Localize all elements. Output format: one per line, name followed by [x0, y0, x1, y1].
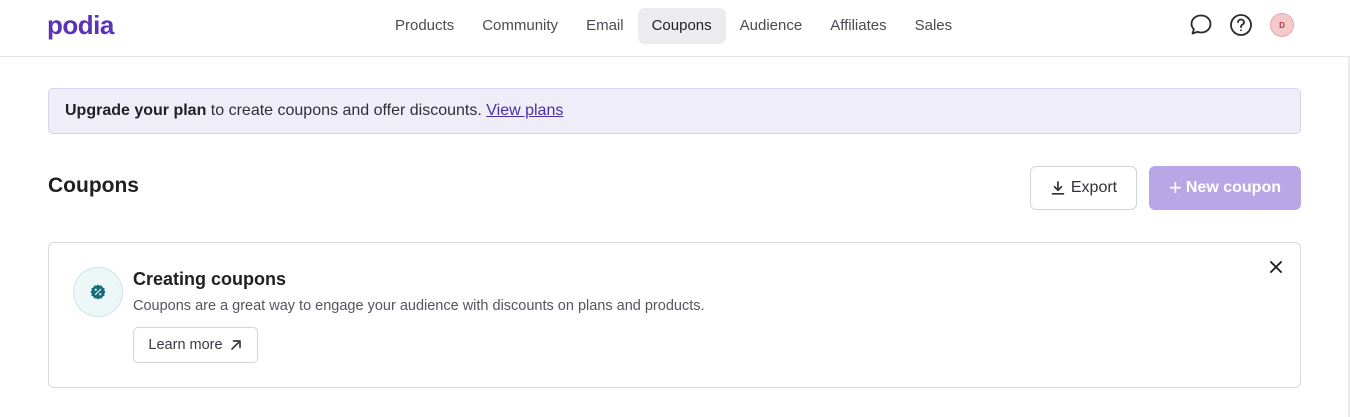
learn-more-button[interactable]: Learn more	[133, 327, 258, 363]
close-icon[interactable]	[1266, 257, 1286, 277]
arrow-up-right-icon	[230, 340, 241, 350]
top-navigation-bar: podia Products Community Email Coupons A…	[0, 0, 1350, 57]
upgrade-banner: Upgrade your plan to create coupons and …	[48, 88, 1301, 134]
header-actions: D	[1174, 12, 1294, 38]
new-coupon-label: New coupon	[1185, 179, 1281, 196]
nav-item-affiliates[interactable]: Affiliates	[816, 8, 900, 44]
nav-item-audience[interactable]: Audience	[726, 8, 817, 44]
coupon-badge-icon	[73, 267, 123, 317]
learn-more-label: Learn more	[148, 337, 223, 353]
banner-text: to create coupons and offer discounts.	[206, 102, 487, 119]
nav-item-email[interactable]: Email	[572, 8, 638, 44]
main-nav: Products Community Email Coupons Audienc…	[381, 8, 966, 44]
user-avatar[interactable]: D	[1270, 13, 1294, 37]
chat-bubble-icon[interactable]	[1188, 12, 1214, 38]
export-label: Export	[1070, 179, 1118, 196]
download-icon	[1051, 181, 1065, 195]
creating-coupons-card: Creating coupons Coupons are a great way…	[48, 242, 1301, 388]
export-button[interactable]: Export	[1030, 166, 1137, 210]
help-circle-icon[interactable]	[1228, 12, 1254, 38]
nav-item-sales[interactable]: Sales	[901, 8, 967, 44]
card-title: Creating coupons	[133, 269, 287, 289]
page-title: Coupons	[48, 174, 139, 197]
card-description: Coupons are a great way to engage your a…	[133, 298, 705, 314]
podia-logo[interactable]: podia	[47, 10, 114, 40]
banner-strong-text: Upgrade your plan	[65, 102, 207, 119]
view-plans-link[interactable]: View plans	[486, 102, 563, 120]
nav-item-community[interactable]: Community	[468, 8, 572, 44]
nav-item-coupons[interactable]: Coupons	[637, 8, 726, 44]
plus-icon: +	[1169, 175, 1182, 200]
new-coupon-button[interactable]: + New coupon	[1149, 166, 1301, 210]
nav-item-products[interactable]: Products	[381, 8, 468, 44]
